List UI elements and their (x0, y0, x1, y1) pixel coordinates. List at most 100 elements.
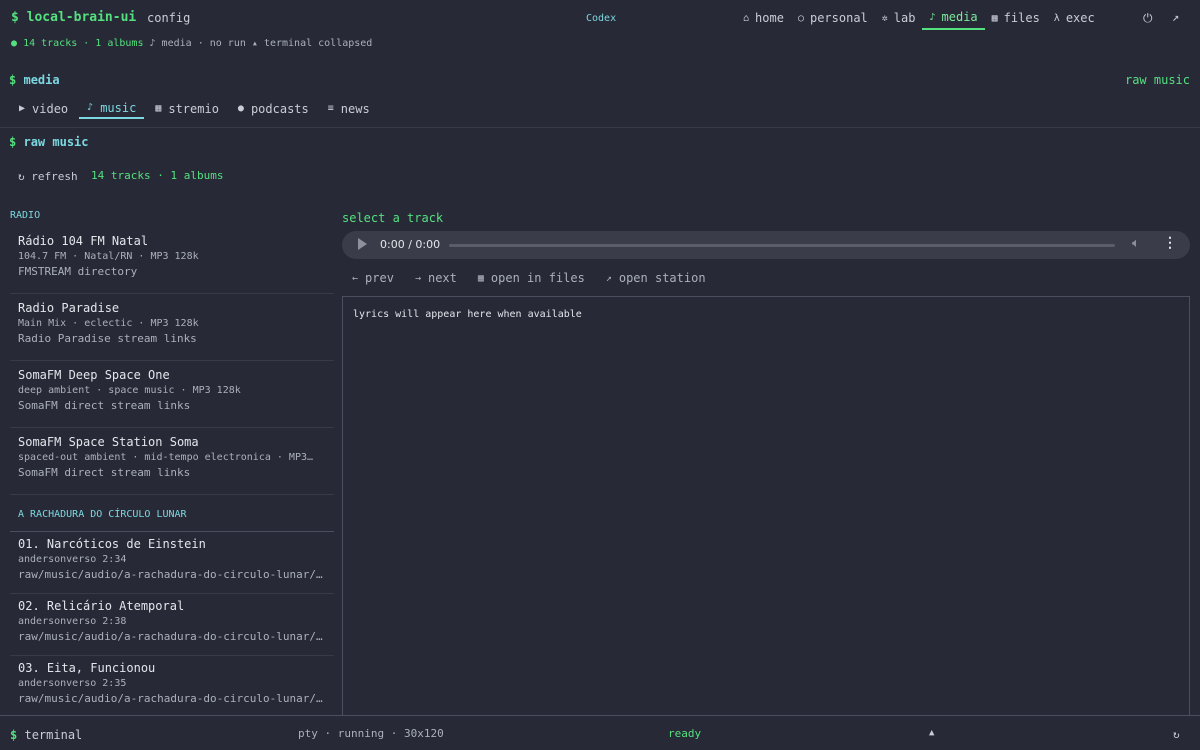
terminal-status: ready (668, 727, 702, 740)
lyrics-panel: lyrics will appear here when available (342, 296, 1190, 718)
tab-video-label: video (32, 101, 69, 116)
lab-icon: ✲ (881, 12, 888, 24)
station-source: SomaFM direct stream links (18, 466, 191, 479)
external-link-icon[interactable]: ↗ (1172, 10, 1179, 24)
station-meta: spaced-out ambient · mid-tempo electroni… (18, 452, 314, 463)
track-item[interactable]: 01. Narcóticos de Einstein andersonverso… (10, 532, 334, 594)
seek-bar[interactable] (449, 244, 1115, 247)
open-station-button[interactable]: ↗ open station (598, 270, 714, 286)
track-item[interactable]: 03. Eita, Funcionou andersonverso 2:35 r… (10, 656, 334, 715)
music-list: RADIO Rádio 104 FM Natal 104.7 FM · Nata… (10, 205, 334, 715)
station-name: Rádio 104 FM Natal (18, 234, 149, 248)
status-line: ● 14 tracks · 1 albums ♪ media · no run … (11, 38, 372, 49)
play-icon[interactable] (358, 238, 367, 250)
nav-media[interactable]: ♪ media (922, 7, 985, 30)
raw-heading-text: raw music (23, 135, 89, 149)
nav-files[interactable]: ▦ files (985, 7, 1047, 30)
refresh-button[interactable]: ↻ refresh (18, 170, 78, 183)
music-note-icon: ♪ (87, 102, 94, 113)
expand-terminal-icon[interactable]: ▲ (929, 728, 934, 738)
status-run: · no run (197, 38, 246, 49)
track-item[interactable]: 02. Relicário Atemporal andersonverso 2:… (10, 594, 334, 656)
radio-station-item[interactable]: SomaFM Space Station Soma spaced-out amb… (10, 428, 334, 495)
station-meta: Main Mix · eclectic · MP3 128k (18, 318, 199, 329)
play-icon: ▶ (19, 103, 26, 114)
next-label: next (427, 271, 457, 285)
tab-news[interactable]: ≡ news (320, 98, 378, 119)
more-options-icon[interactable]: ⋮ (1163, 235, 1177, 251)
prev-label: prev (365, 271, 394, 285)
nav-files-label: files (1003, 11, 1040, 25)
nav-lab-label: lab (893, 11, 916, 25)
home-icon: ⌂ (743, 12, 750, 24)
station-name: SomaFM Deep Space One (18, 368, 170, 382)
music-note-icon: ♪ (929, 11, 936, 23)
radio-station-item[interactable]: Rádio 104 FM Natal 104.7 FM · Natal/RN ·… (10, 227, 334, 294)
nav-exec-label: exec (1065, 11, 1095, 25)
prev-button[interactable]: ← prev (344, 270, 402, 286)
status-section: ♪ media (149, 38, 192, 49)
main-nav: ⌂ home ○ personal ✲ lab ♪ media ▦ files … (736, 6, 1102, 30)
status-terminal: ▴ terminal collapsed (251, 38, 373, 49)
power-icon[interactable]: ⏻ (1143, 11, 1153, 26)
status-tracks-albums: 14 tracks · 1 albums (23, 38, 144, 49)
terminal-title-text: terminal (24, 728, 83, 742)
radio-section-title: RADIO (10, 210, 41, 221)
open-in-files-label: open in files (490, 271, 585, 285)
nav-exec[interactable]: λ exec (1047, 7, 1102, 30)
tracks-count: 14 tracks · 1 albums (91, 169, 224, 182)
station-name: Radio Paradise (18, 301, 120, 315)
dot-icon: ● (237, 103, 244, 114)
files-icon: ▦ (477, 272, 484, 284)
top-bar: $ local-brain-ui config Codex ⌂ home ○ p… (0, 0, 1200, 36)
config-link[interactable]: config (147, 11, 190, 25)
station-source: Radio Paradise stream links (18, 332, 197, 345)
tab-news-label: news (340, 101, 370, 116)
raw-music-heading: $ raw music (9, 135, 89, 149)
next-button[interactable]: → next (407, 270, 465, 286)
station-source: FMSTREAM directory (18, 265, 138, 278)
audio-player: 0:00 / 0:00 🔈︎ ⋮ (342, 231, 1190, 259)
track-path: raw/music/audio/a-rachadura-do-circulo-l… (18, 630, 323, 643)
tab-video[interactable]: ▶ video (11, 98, 76, 119)
volume-icon[interactable]: 🔈︎ (1132, 236, 1140, 251)
open-in-files-button[interactable]: ▦ open in files (470, 270, 593, 286)
radio-station-item[interactable]: SomaFM Deep Space One deep ambient · spa… (10, 361, 334, 428)
app-brand[interactable]: $ local-brain-ui (11, 10, 136, 25)
terminal-info: pty · running · 30x120 (298, 727, 444, 740)
open-station-label: open station (618, 271, 706, 285)
terminal-title[interactable]: $ terminal (10, 728, 82, 742)
terminal-refresh-icon[interactable]: ↻ (1173, 728, 1180, 741)
track-path: raw/music/audio/a-rachadura-do-circulo-l… (18, 692, 323, 705)
nav-media-label: media (941, 10, 978, 24)
nav-lab[interactable]: ✲ lab (875, 7, 923, 30)
raw-heading-prompt: $ (9, 135, 17, 149)
tab-music-label: music (100, 100, 137, 115)
tab-stremio[interactable]: ▦ stremio (147, 98, 227, 119)
files-icon: ▦ (991, 12, 998, 24)
album-title[interactable]: A RACHADURA DO CÍRCULO LUNAR (10, 495, 334, 532)
section-divider (0, 127, 1200, 128)
status-dot-icon: ● (11, 38, 18, 49)
lambda-icon: λ (1053, 12, 1060, 24)
raw-music-link[interactable]: raw music (1125, 73, 1190, 87)
track-meta: andersonverso 2:34 (18, 554, 127, 565)
nav-personal[interactable]: ○ personal (791, 7, 875, 30)
track-name: 01. Narcóticos de Einstein (18, 537, 206, 551)
track-name: 03. Eita, Funcionou (18, 661, 156, 675)
lines-icon: ≡ (327, 103, 334, 114)
tab-stremio-label: stremio (168, 101, 219, 116)
lyrics-placeholder: lyrics will appear here when available (353, 309, 582, 320)
media-heading-text: media (23, 73, 60, 87)
nav-home[interactable]: ⌂ home (736, 7, 791, 30)
tab-music[interactable]: ♪ music (79, 98, 145, 119)
radio-station-item[interactable]: Radio Paradise Main Mix · eclectic · MP3… (10, 294, 334, 361)
external-link-icon: ↗ (605, 272, 612, 284)
tab-podcasts-label: podcasts (250, 101, 309, 116)
track-path: raw/music/audio/a-rachadura-do-circulo-l… (18, 568, 323, 581)
codex-label[interactable]: Codex (586, 13, 616, 24)
terminal-bar: $ terminal pty · running · 30x120 ready … (0, 715, 1200, 750)
nav-personal-label: personal (809, 11, 868, 25)
media-heading: $ media (9, 73, 60, 87)
tab-podcasts[interactable]: ● podcasts (230, 98, 317, 119)
